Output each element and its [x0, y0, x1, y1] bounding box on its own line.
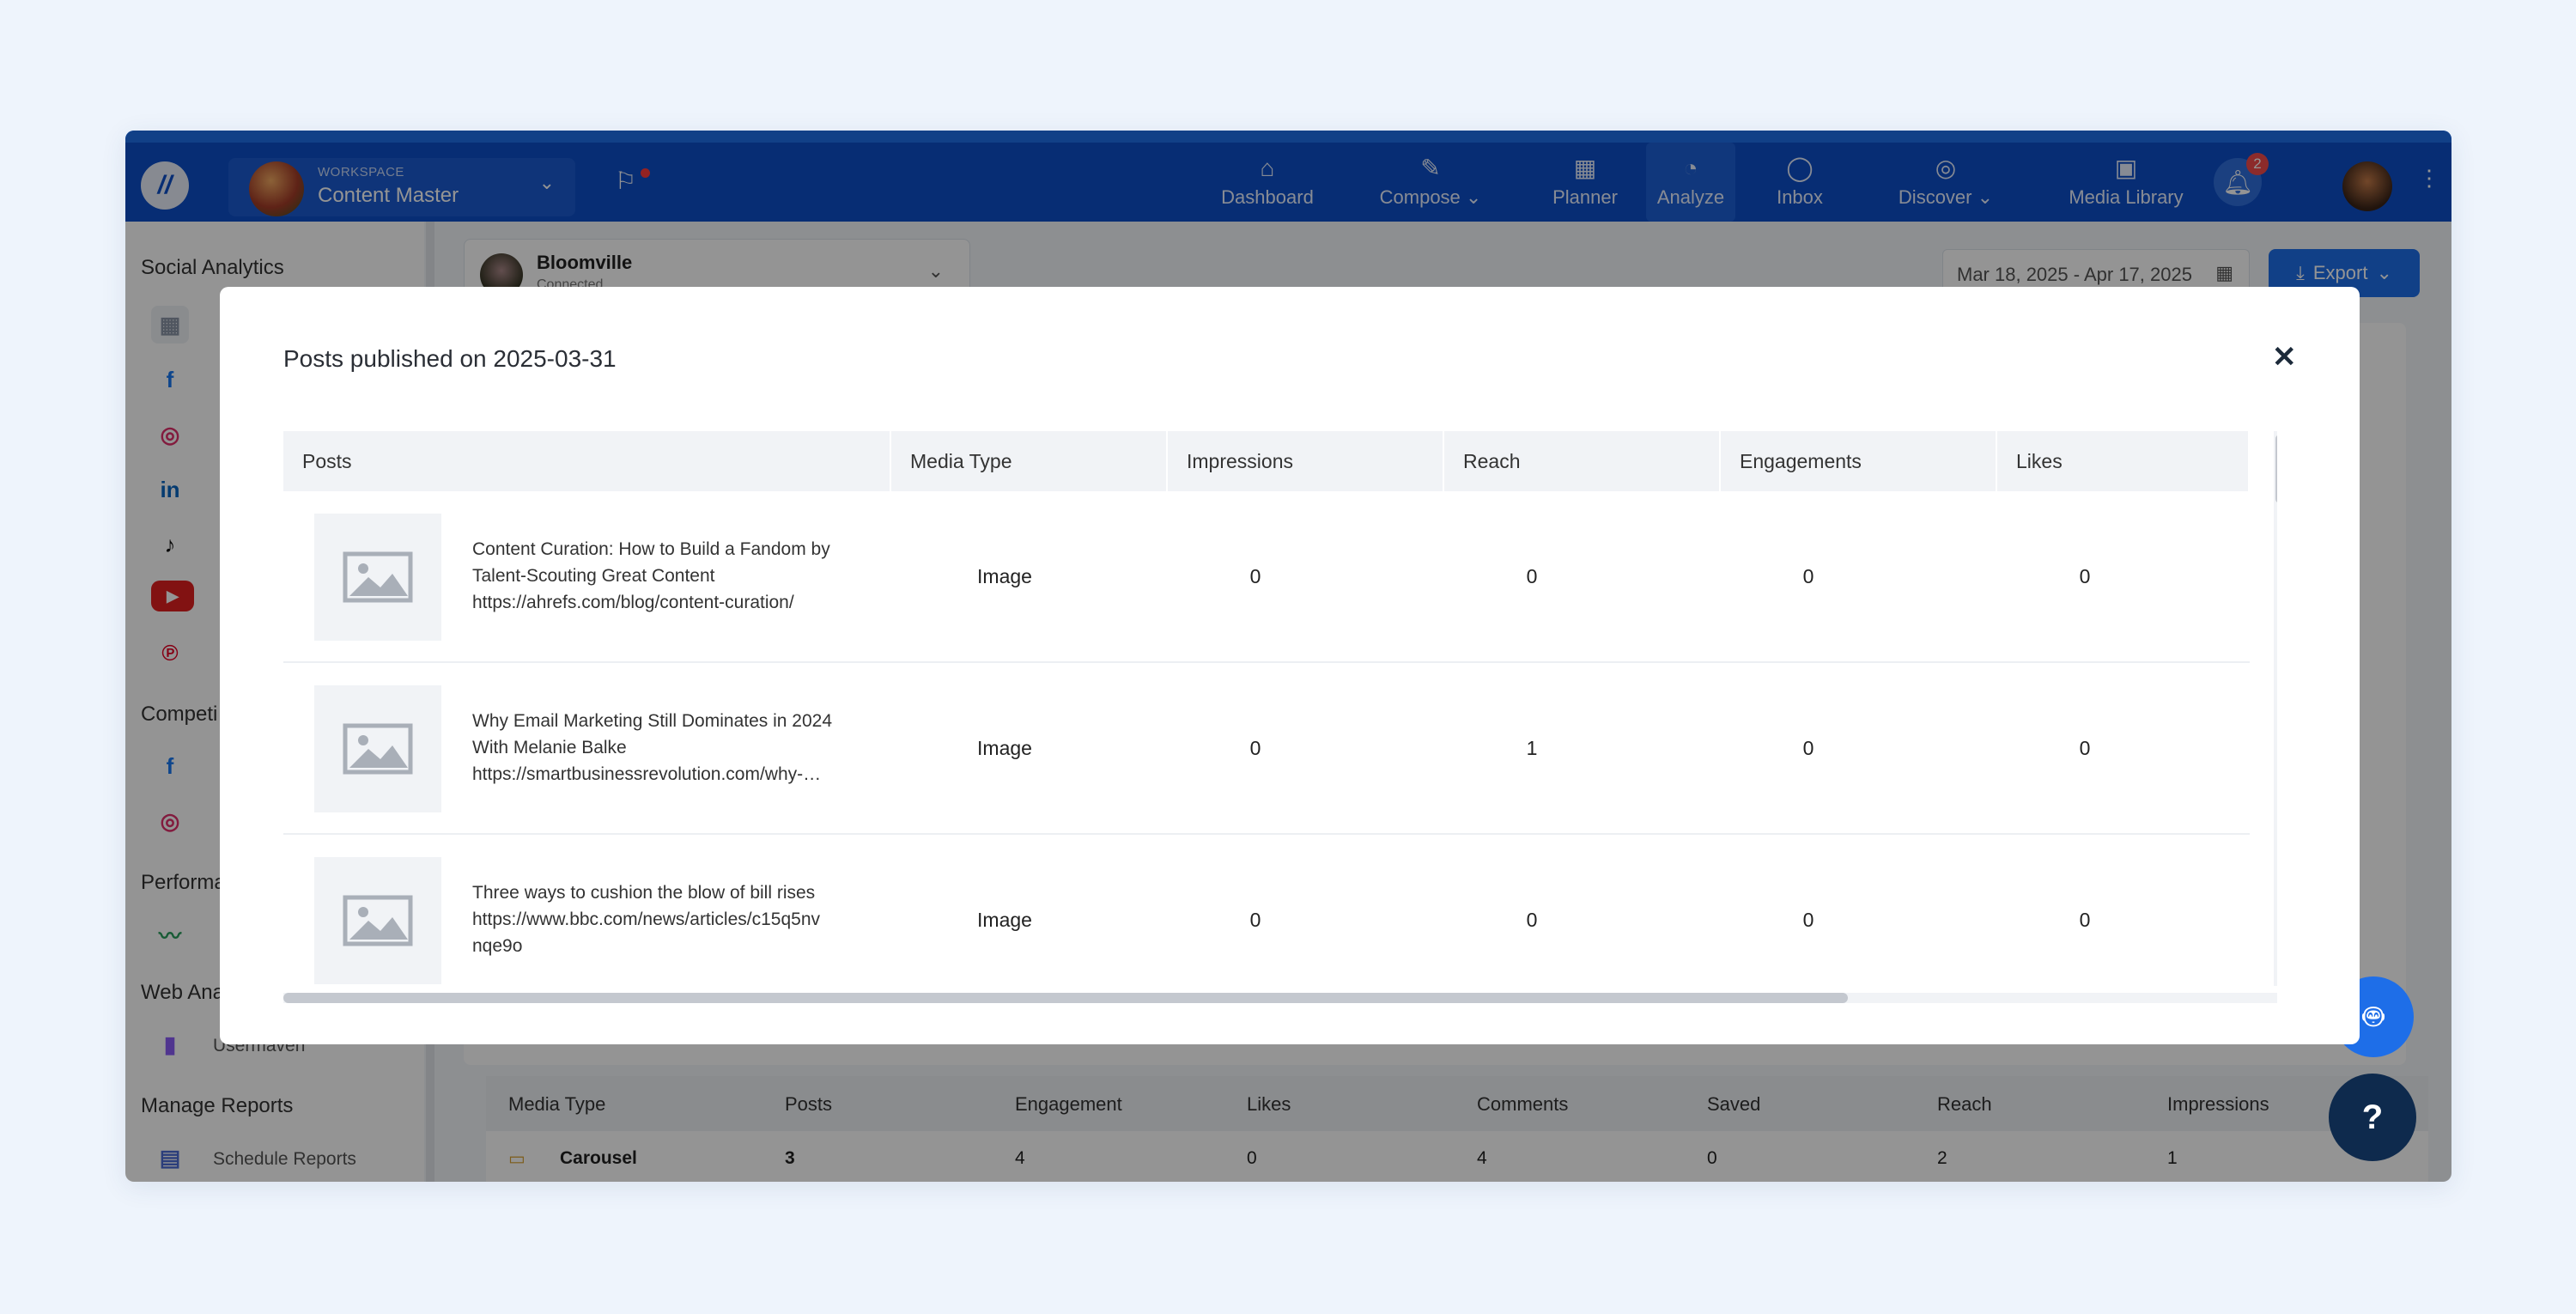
post-title-line: Content Curation: How to Build a Fandom …: [472, 539, 830, 559]
media-type-cell: Image: [977, 737, 1032, 759]
likes-cell: 0: [2079, 909, 2091, 931]
column-header-media-type: Media Type: [891, 431, 1168, 491]
impressions-cell: 0: [1249, 737, 1261, 759]
reach-cell: 1: [1526, 737, 1538, 759]
impressions-cell: 0: [1249, 909, 1261, 931]
help-button[interactable]: ?: [2329, 1074, 2416, 1161]
reach-cell: 0: [1526, 909, 1538, 931]
modal-title: Posts published on 2025-03-31: [283, 345, 617, 372]
column-header-reach: Reach: [1444, 431, 1721, 491]
vertical-scrollbar-thumb[interactable]: [2275, 435, 2277, 503]
column-header-posts: Posts: [283, 431, 891, 491]
engagements-cell: 0: [1802, 737, 1814, 759]
post-link: https://www.bbc.com/news/articles/c15q5n…: [472, 909, 821, 929]
horizontal-scrollbar-thumb[interactable]: [283, 993, 1848, 1003]
table-row[interactable]: Content Curation: How to Build a Fandom …: [283, 491, 2250, 663]
post-title-line: Three ways to cushion the blow of bill r…: [472, 883, 816, 903]
media-type-cell: Image: [977, 565, 1032, 587]
close-icon[interactable]: ✕: [2272, 340, 2297, 374]
table-row[interactable]: Why Email Marketing Still Dominates in 2…: [283, 663, 2250, 835]
posts-modal: Posts published on 2025-03-31 ✕ Posts Me…: [220, 287, 2360, 1044]
column-header-impressions: Impressions: [1168, 431, 1444, 491]
post-link: https://smartbusinessrevolution.com/why-…: [472, 764, 822, 784]
column-header-engagements: Engagements: [1721, 431, 1997, 491]
image-placeholder-icon: [314, 685, 441, 812]
impressions-cell: 0: [1249, 565, 1261, 587]
engagements-cell: 0: [1802, 565, 1814, 587]
posts-table: Posts Media Type Impressions Reach Engag…: [283, 431, 2277, 986]
media-type-cell: Image: [977, 909, 1032, 931]
post-link: https://ahrefs.com/blog/content-curation…: [472, 593, 794, 612]
likes-cell: 0: [2079, 737, 2091, 759]
horizontal-scrollbar[interactable]: [283, 993, 2277, 1003]
column-header-likes: Likes: [1997, 431, 2250, 491]
post-title-line: Talent-Scouting Great Content: [472, 566, 715, 586]
likes-cell: 0: [2079, 565, 2091, 587]
post-text[interactable]: Three ways to cushion the blow of bill r…: [472, 879, 876, 959]
post-title-line: Why Email Marketing Still Dominates in 2…: [472, 711, 832, 731]
post-text[interactable]: Content Curation: How to Build a Fandom …: [472, 536, 876, 616]
post-text[interactable]: Why Email Marketing Still Dominates in 2…: [472, 708, 876, 788]
engagements-cell: 0: [1802, 909, 1814, 931]
image-placeholder-icon: [314, 857, 441, 984]
table-row[interactable]: Three ways to cushion the blow of bill r…: [283, 835, 2250, 986]
image-placeholder-icon: [314, 514, 441, 641]
reach-cell: 0: [1526, 565, 1538, 587]
vertical-scrollbar[interactable]: [2274, 431, 2277, 986]
post-title-line: With Melanie Balke: [472, 738, 627, 757]
table-header: Posts Media Type Impressions Reach Engag…: [283, 431, 2250, 491]
post-link: nqe9o: [472, 936, 523, 956]
